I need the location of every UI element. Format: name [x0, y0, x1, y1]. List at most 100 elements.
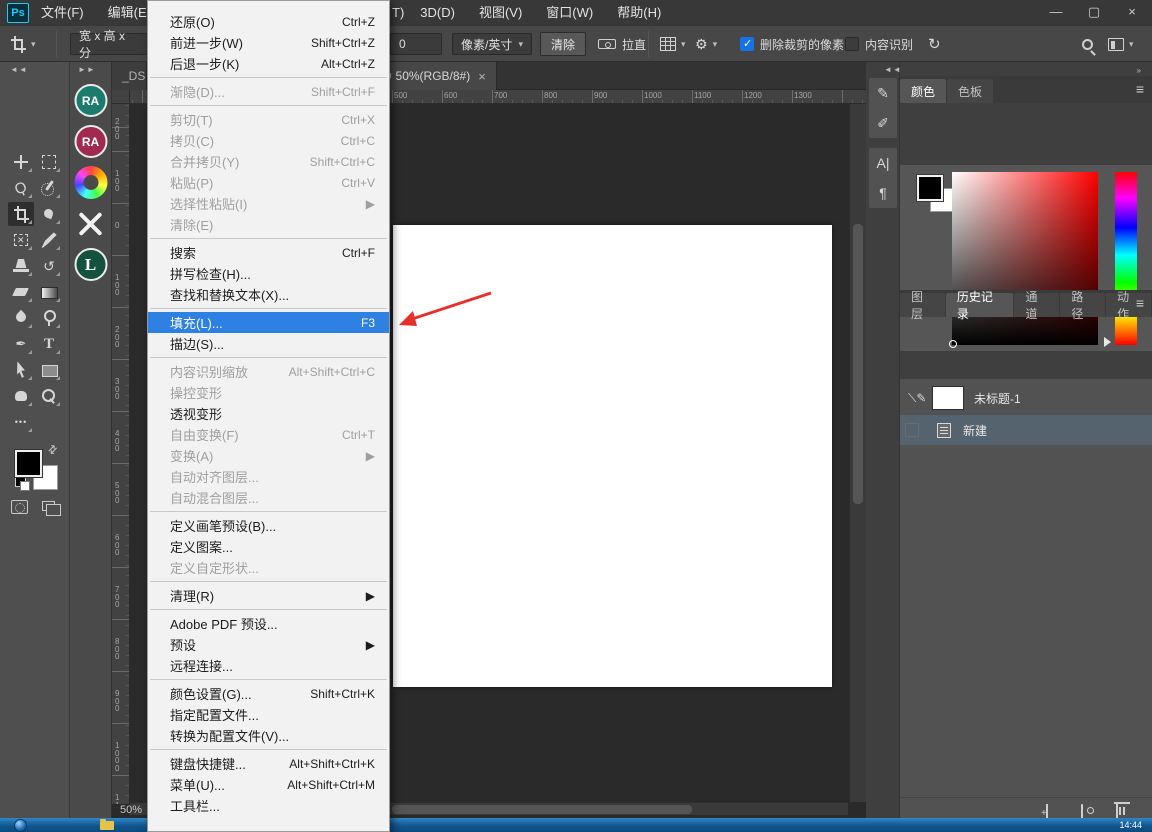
folder-taskbar-icon[interactable]	[100, 821, 114, 830]
menu-item-convert-to-profile[interactable]: 转换为配置文件(V)...	[148, 725, 389, 746]
menu-item-step-forward[interactable]: 前进一步(W)Shift+Ctrl+Z	[148, 32, 389, 53]
type-tool[interactable]	[36, 332, 62, 356]
screen-mode-icon[interactable]	[42, 501, 55, 511]
scrollbar-thumb[interactable]	[392, 805, 692, 814]
collapse-panels-icon[interactable]: »	[1137, 66, 1142, 75]
tab-channels[interactable]: 通道	[1014, 293, 1059, 317]
start-button[interactable]	[14, 819, 27, 832]
collapse-dock-icon[interactable]: ◄◄	[10, 65, 28, 74]
foreground-color-swatch[interactable]	[917, 175, 943, 201]
menubar-item-view[interactable]: 视图(V)	[467, 0, 534, 26]
panel-menu-icon[interactable]: ≡	[1136, 81, 1144, 97]
menubar-item-help[interactable]: 帮助(H)	[605, 0, 673, 26]
vertical-scrollbar[interactable]	[849, 104, 866, 802]
clone-stamp-tool[interactable]	[8, 254, 34, 278]
color-picker-ring[interactable]	[949, 340, 957, 348]
menu-item-check-spelling[interactable]: 拼写检查(H)...	[148, 263, 389, 284]
menu-item-step-backward[interactable]: 后退一步(K)Alt+Ctrl+Z	[148, 53, 389, 74]
pen-tool[interactable]	[8, 332, 34, 356]
clear-button[interactable]: 清除	[540, 26, 586, 62]
content-aware-checkbox[interactable]: 内容识别	[845, 26, 913, 62]
edit-toolbar[interactable]	[8, 410, 34, 434]
tab-swatches[interactable]: 色板	[947, 79, 993, 103]
close-button[interactable]: ×	[1120, 0, 1144, 24]
menu-item-purge[interactable]: 清理(R)▶	[148, 585, 389, 606]
unit-dropdown[interactable]: 像素/英寸▾	[452, 26, 532, 62]
menu-item-undo[interactable]: 还原(O)Ctrl+Z	[148, 11, 389, 32]
brush-settings-icon[interactable]: ✎	[869, 78, 897, 108]
history-snapshot-row[interactable]: ⟍✎ 未标题-1	[900, 383, 1152, 413]
menu-item-search[interactable]: 搜索Ctrl+F	[148, 242, 389, 263]
scrollbar-thumb[interactable]	[853, 224, 863, 504]
expand-dock-icon[interactable]: ►►	[78, 65, 96, 74]
menu-item-define-pattern[interactable]: 定义图案...	[148, 536, 389, 557]
crop-value-field[interactable]: 0	[390, 26, 442, 62]
l-badge[interactable]: L	[74, 248, 107, 281]
quick-mask-icon[interactable]	[11, 500, 28, 514]
eyedropper-tool[interactable]	[36, 202, 62, 226]
zoom-level-indicator[interactable]: 50%	[120, 804, 142, 816]
tab-actions[interactable]: 动作	[1106, 293, 1151, 317]
ruler-corner[interactable]	[112, 90, 130, 104]
panel-menu-icon[interactable]: ≡	[1136, 295, 1144, 311]
zoom-tool[interactable]	[36, 384, 62, 408]
tool-preset-picker[interactable]: ▾	[10, 26, 36, 62]
minimize-button[interactable]: —	[1044, 0, 1068, 24]
move-tool[interactable]	[8, 150, 34, 174]
close-tab-icon[interactable]: ×	[478, 69, 486, 84]
canvas[interactable]	[393, 225, 832, 687]
paragraph-icon[interactable]: ¶	[869, 178, 897, 208]
menu-item-menus[interactable]: 菜单(U)...Alt+Shift+Ctrl+M	[148, 774, 389, 795]
gradient-tool[interactable]	[36, 280, 62, 304]
history-brush-source-icon[interactable]: ⟍✎	[908, 391, 924, 405]
menu-item-keyboard-shortcuts[interactable]: 键盘快捷键...Alt+Shift+Ctrl+K	[148, 753, 389, 774]
straighten-button[interactable]: 拉直	[598, 26, 646, 62]
ra-red-badge[interactable]: RA	[74, 125, 107, 158]
rectangle-tool[interactable]	[36, 358, 62, 382]
crop-tool[interactable]	[8, 202, 34, 226]
menu-item-find-replace-text[interactable]: 查找和替换文本(X)...	[148, 284, 389, 305]
hand-tool[interactable]	[8, 384, 34, 408]
menu-item-adobe-pdf-presets[interactable]: Adobe PDF 预设...	[148, 613, 389, 634]
rectangular-marquee-tool[interactable]	[36, 150, 62, 174]
menu-item-assign-profile[interactable]: 指定配置文件...	[148, 704, 389, 725]
menu-item-remote-connections[interactable]: 远程连接...	[148, 655, 389, 676]
color-wheel-badge[interactable]	[74, 166, 107, 199]
menubar-item-window[interactable]: 窗口(W)	[534, 0, 605, 26]
menu-item-stroke[interactable]: 描边(S)...	[148, 333, 389, 354]
crop-overlay-options[interactable]: ▾	[660, 26, 686, 62]
foreground-color-swatch[interactable]	[15, 450, 42, 477]
crop-ratio-dropdown[interactable]: 宽 x 高 x 分	[70, 26, 148, 62]
path-selection-tool[interactable]	[8, 358, 34, 382]
delete-cropped-pixels-checkbox[interactable]: 删除裁剪的像素	[740, 26, 844, 62]
hue-slider-arrow[interactable]	[1104, 337, 1111, 347]
tab-layers[interactable]: 图层	[900, 293, 945, 317]
crop-settings-button[interactable]: ⚙▾	[695, 26, 717, 62]
history-source-checkbox[interactable]	[905, 423, 919, 437]
workspace-switcher[interactable]: ▾	[1108, 26, 1134, 62]
menu-item-fill[interactable]: 填充(L)...F3	[148, 312, 389, 333]
menu-item-toolbar[interactable]: 工具栏...	[148, 795, 389, 816]
menu-item-perspective-warp[interactable]: 透视变形	[148, 403, 389, 424]
eraser-tool[interactable]	[8, 280, 34, 304]
healing-brush-tool[interactable]	[8, 228, 34, 252]
history-brush-tool[interactable]	[36, 254, 62, 278]
brushes-icon[interactable]: ✐	[869, 108, 897, 138]
dodge-tool[interactable]	[36, 306, 62, 330]
background-document-tab[interactable]: _DS	[112, 62, 147, 90]
swap-colors-icon[interactable]: ⇄	[45, 442, 61, 458]
quick-selection-tool[interactable]	[36, 176, 62, 200]
search-button[interactable]	[1082, 26, 1093, 62]
tab-color[interactable]: 颜色	[900, 79, 946, 103]
menu-item-define-brush-preset[interactable]: 定义画笔预设(B)...	[148, 515, 389, 536]
vertical-ruler[interactable]: 2001000100200300400500600700800900100011…	[112, 104, 130, 804]
menu-item-presets[interactable]: 预设▶	[148, 634, 389, 655]
crossed-tools-badge[interactable]	[74, 207, 107, 240]
tab-history[interactable]: 历史记录	[946, 293, 1014, 317]
history-step-row[interactable]: 新建	[900, 415, 1152, 445]
ra-teal-badge[interactable]: RA	[74, 84, 107, 117]
brush-tool[interactable]	[36, 228, 62, 252]
tab-paths[interactable]: 路径	[1060, 293, 1105, 317]
character-icon[interactable]: A|	[869, 148, 897, 178]
menubar-item-file[interactable]: 文件(F)	[29, 0, 96, 26]
